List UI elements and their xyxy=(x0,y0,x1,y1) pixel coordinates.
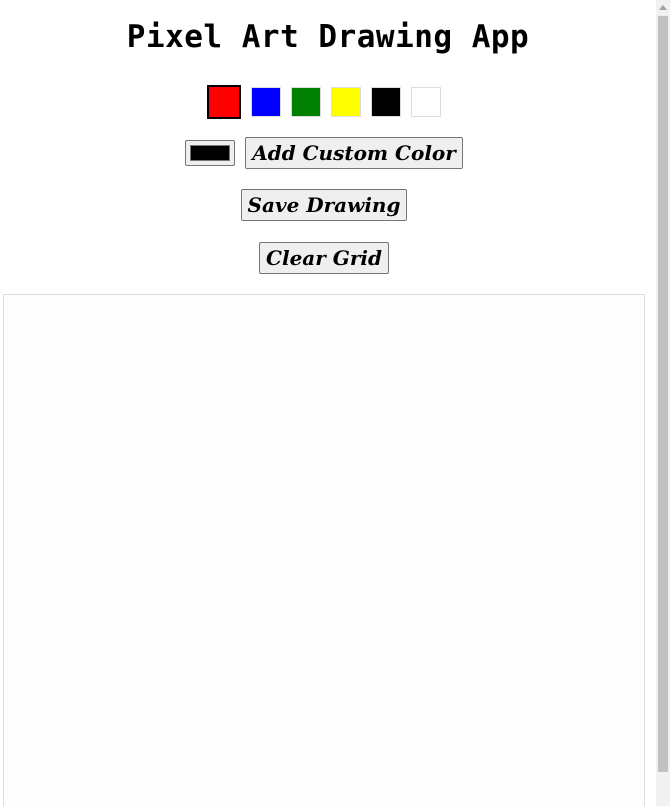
color-swatch-blue[interactable] xyxy=(251,87,281,117)
custom-color-chip xyxy=(190,145,231,161)
save-row: Save Drawing xyxy=(0,189,648,221)
add-custom-color-button[interactable]: Add Custom Color xyxy=(245,137,463,169)
color-swatch-white[interactable] xyxy=(411,87,441,117)
clear-grid-button[interactable]: Clear Grid xyxy=(259,242,389,274)
custom-color-row: Add Custom Color xyxy=(0,137,648,169)
vertical-scrollbar[interactable] xyxy=(656,0,670,806)
color-swatch-red[interactable] xyxy=(207,85,241,119)
color-swatch-green[interactable] xyxy=(291,87,321,117)
custom-color-input[interactable] xyxy=(185,140,236,166)
save-drawing-button[interactable]: Save Drawing xyxy=(240,189,408,221)
scroll-up-arrow-icon[interactable] xyxy=(656,0,670,14)
color-swatch-black[interactable] xyxy=(371,87,401,117)
scrollbar-thumb[interactable] xyxy=(658,16,668,772)
clear-row: Clear Grid xyxy=(0,242,648,274)
color-swatch-yellow[interactable] xyxy=(331,87,361,117)
page-title: Pixel Art Drawing App xyxy=(126,19,530,55)
app-container: Pixel Art Drawing App Add Custom Color S… xyxy=(0,0,656,806)
color-palette xyxy=(0,85,648,119)
pixel-grid-canvas[interactable] xyxy=(3,294,645,806)
